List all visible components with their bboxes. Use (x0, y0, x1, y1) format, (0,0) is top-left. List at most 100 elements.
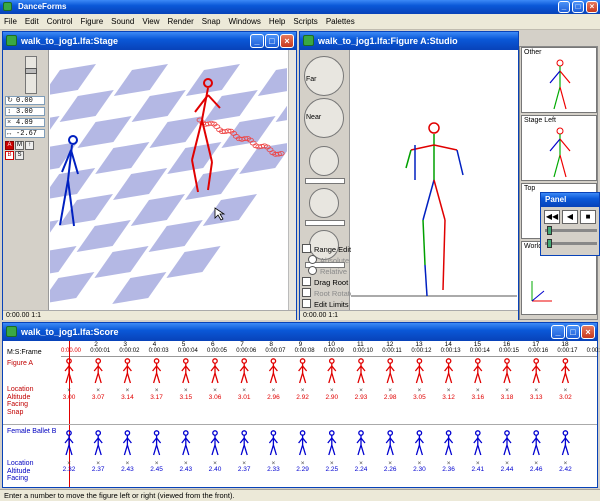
keyframe-figure[interactable] (268, 358, 278, 384)
option-edit-limits[interactable]: Edit Limits (302, 299, 349, 309)
frame-time[interactable]: 0:00:06 (236, 348, 256, 354)
z-field[interactable]: ↔ -2.67 (5, 129, 45, 138)
keyframe-figure[interactable] (327, 430, 337, 456)
frame-time[interactable]: 0:00:18 (587, 348, 600, 354)
menu-edit[interactable]: Edit (21, 14, 43, 30)
keyframe-figure[interactable] (385, 358, 395, 384)
keyframe-figure[interactable] (268, 430, 278, 456)
keyframe-figure[interactable] (385, 430, 395, 456)
mode-buttons[interactable]: A M ↑ B S (5, 141, 45, 163)
keyframe-figure[interactable] (560, 358, 570, 384)
keyframe-figure[interactable] (327, 358, 337, 384)
score-title-bar[interactable]: walk_to_jog1.lfa:Score _ □ × (3, 323, 597, 341)
frame-time[interactable]: 0:00:08 (295, 348, 315, 354)
keyframe-figure[interactable] (444, 358, 454, 384)
menu-help[interactable]: Help (265, 14, 289, 30)
view-stage-left[interactable]: Stage Left (521, 115, 597, 181)
keyframe-figure[interactable] (181, 358, 191, 384)
mode-button-a[interactable]: A (5, 141, 14, 150)
x-field[interactable]: × 4.09 (5, 118, 45, 127)
frame-time[interactable]: 0:00:07 (265, 348, 285, 354)
rotate-dial-1[interactable] (309, 146, 339, 176)
panel-slider-2-thumb[interactable] (547, 239, 552, 248)
menu-file[interactable]: File (0, 14, 21, 30)
keyframe-figure[interactable] (210, 430, 220, 456)
keyframe-figure[interactable] (414, 430, 424, 456)
frame-time[interactable]: 0:00:14 (470, 348, 490, 354)
app-title-bar[interactable]: DanceForms _ □ × (0, 0, 600, 14)
close-icon[interactable]: × (280, 34, 294, 48)
stage-title-bar[interactable]: walk_to_jog1.lfa:Stage _ □ × (3, 32, 296, 50)
keyframe-figure[interactable] (64, 358, 74, 384)
stage-viewport[interactable] (50, 50, 287, 310)
panel-stop-button[interactable]: ■ (580, 210, 596, 224)
frame-time[interactable]: 0:00:01 (90, 348, 110, 354)
keyframe-figure[interactable] (298, 358, 308, 384)
keyframe-figure[interactable] (93, 358, 103, 384)
keyframe-figure[interactable] (531, 358, 541, 384)
mode-button-j[interactable]: ↑ (25, 141, 34, 150)
panel-slider-2[interactable] (545, 242, 597, 245)
keyframe-figure[interactable] (560, 430, 570, 456)
frame-time[interactable]: 0:00:11 (382, 348, 402, 354)
menu-render[interactable]: Render (164, 14, 198, 30)
frame-time[interactable]: 0:00:12 (411, 348, 431, 354)
frame-time[interactable]: 0:00:10 (353, 348, 373, 354)
mode-button-m[interactable]: M (15, 141, 24, 150)
maximize-icon[interactable]: □ (265, 34, 279, 48)
height-field[interactable]: ↕ 3.00 (5, 107, 45, 116)
menu-scripts[interactable]: Scripts (289, 14, 321, 30)
mode-button-b[interactable]: B (5, 151, 14, 160)
keyframe-figure[interactable] (502, 430, 512, 456)
panel-slider-1[interactable] (545, 229, 597, 232)
option-range-edit[interactable]: Range Edit (302, 244, 351, 254)
keyframe-figure[interactable] (502, 358, 512, 384)
menu-snap[interactable]: Snap (198, 14, 225, 30)
panel-title-bar[interactable]: Panel (541, 193, 599, 207)
frame-time[interactable]: 0:00:15 (499, 348, 519, 354)
option-drag-root[interactable]: Drag Root (302, 277, 348, 287)
frame-time[interactable]: 0:00:03 (149, 348, 169, 354)
menu-view[interactable]: View (138, 14, 163, 30)
view-other[interactable]: Other (521, 47, 597, 113)
frame-time[interactable]: 0:00:04 (178, 348, 198, 354)
close-icon[interactable]: × (581, 325, 595, 339)
maximize-icon[interactable]: □ (566, 325, 580, 339)
keyframe-figure[interactable] (414, 358, 424, 384)
keyframe-figure[interactable] (239, 430, 249, 456)
frame-time[interactable]: 0:00:09 (324, 348, 344, 354)
frame-time[interactable]: 0:00:17 (557, 348, 577, 354)
menu-palettes[interactable]: Palettes (322, 14, 359, 30)
rotate-slider-1[interactable] (305, 178, 345, 184)
camera-slider[interactable] (25, 56, 37, 94)
keyframe-figure[interactable] (181, 430, 191, 456)
menu-control[interactable]: Control (43, 14, 77, 30)
minimize-icon[interactable]: _ (558, 1, 570, 13)
stage-scrollbar[interactable] (288, 50, 296, 310)
maximize-icon[interactable]: □ (572, 1, 584, 13)
keyframe-figure[interactable] (152, 358, 162, 384)
rotation-field[interactable]: ↻ 0.00 (5, 96, 45, 105)
panel-back-button[interactable]: ◀ (562, 210, 578, 224)
frame-time[interactable]: 0:00:13 (441, 348, 461, 354)
keyframe-figure[interactable] (356, 430, 366, 456)
keyframe-figure[interactable] (93, 430, 103, 456)
menu-sound[interactable]: Sound (107, 14, 138, 30)
keyframe-figure[interactable] (210, 358, 220, 384)
rotate-dial-2[interactable] (309, 188, 339, 218)
keyframe-figure[interactable] (298, 430, 308, 456)
keyframe-figure[interactable] (64, 430, 74, 456)
minimize-icon[interactable]: _ (250, 34, 264, 48)
panel-rewind-button[interactable]: ◀◀ (544, 210, 560, 224)
keyframe-figure[interactable] (356, 358, 366, 384)
menu-figure[interactable]: Figure (76, 14, 107, 30)
score-tracks[interactable]: ×3.00×3.07×3.14×3.17×3.15×3.06×3.01×2.96… (61, 357, 597, 487)
studio-viewport[interactable] (351, 50, 517, 310)
studio-title-bar[interactable]: walk_to_jog1.lfa:Figure A:Studio (300, 32, 518, 50)
keyframe-figure[interactable] (444, 430, 454, 456)
keyframe-figure[interactable] (152, 430, 162, 456)
mode-button-s[interactable]: S (15, 151, 24, 160)
frame-time[interactable]: 0:00.00 (61, 348, 81, 354)
keyframe-figure[interactable] (122, 358, 132, 384)
keyframe-figure[interactable] (531, 430, 541, 456)
